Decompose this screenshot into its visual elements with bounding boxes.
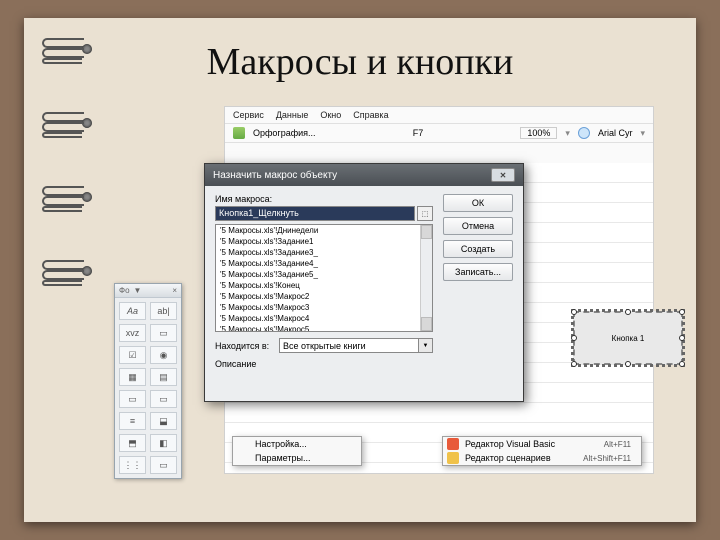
dialog-title: Назначить макрос объекту xyxy=(213,170,337,181)
dialog-titlebar[interactable]: Назначить макрос объекту ✕ xyxy=(205,164,523,186)
menu-data[interactable]: Данные xyxy=(276,110,309,120)
scrollbar[interactable] xyxy=(420,225,432,331)
tool-toggle-grid[interactable]: ⬒ xyxy=(119,434,146,452)
spellcheck-label[interactable]: Орфография... xyxy=(253,128,316,138)
menu-label: Редактор сценариев xyxy=(465,453,551,463)
tool-checkbox[interactable]: ☑ xyxy=(119,346,146,364)
record-button[interactable]: Записать... xyxy=(443,263,513,281)
shortcut: Alt+F11 xyxy=(604,440,631,449)
menu-item-options[interactable]: Параметры... xyxy=(233,451,361,465)
location-input[interactable] xyxy=(279,338,419,353)
toolbox-title: Фо xyxy=(119,286,130,295)
slide-title: Макросы и кнопки xyxy=(24,18,696,84)
tool-button[interactable]: ▭ xyxy=(150,324,177,342)
menu-help[interactable]: Справка xyxy=(353,110,388,120)
macro-name-input[interactable]: Кнопка1_Щелкнуть xyxy=(215,206,415,221)
list-item[interactable]: '5 Макросы.xls'!Макрос4 xyxy=(216,313,432,324)
tool-grid-icon[interactable]: ⋮⋮ xyxy=(119,456,146,474)
list-item[interactable]: '5 Макросы.xls'!Задание5_ xyxy=(216,269,432,280)
ok-button[interactable]: ОК xyxy=(443,194,513,212)
menu-item-customize[interactable]: Настройка... xyxy=(233,437,361,451)
tool-textbox[interactable]: ab| xyxy=(150,302,177,320)
button-shape-label: Кнопка 1 xyxy=(612,334,645,343)
tool-spinner[interactable]: ▭ xyxy=(150,390,177,408)
description-label: Описание xyxy=(215,359,433,369)
vb-editor-icon xyxy=(447,438,459,450)
spellcheck-icon[interactable] xyxy=(233,127,245,139)
menu-service[interactable]: Сервис xyxy=(233,110,264,120)
tool-properties[interactable]: ≡ xyxy=(119,412,146,430)
dropdown-icon[interactable]: ▼ xyxy=(134,286,142,295)
cancel-button[interactable]: Отмена xyxy=(443,217,513,235)
tool-groupbox[interactable]: xvz xyxy=(119,324,146,342)
tool-code[interactable]: ⬓ xyxy=(150,412,177,430)
list-item[interactable]: '5 Макросы.xls'!Днинедели xyxy=(216,225,432,236)
assign-macro-dialog: Назначить макрос объекту ✕ Имя макроса: … xyxy=(204,163,524,402)
menu-item-vbe[interactable]: Редактор Visual Basic Alt+F11 xyxy=(443,437,641,451)
tool-run[interactable]: ◧ xyxy=(150,434,177,452)
macro-name-label: Имя макроса: xyxy=(215,194,433,204)
tool-option[interactable]: ◉ xyxy=(150,346,177,364)
tool-label[interactable]: Aa xyxy=(119,302,146,320)
tool-combobox[interactable]: ▤ xyxy=(150,368,177,386)
list-item[interactable]: '5 Макросы.xls'!Макрос2 xyxy=(216,291,432,302)
globe-icon[interactable] xyxy=(578,127,590,139)
list-item[interactable]: '5 Макросы.xls'!Задание4_ xyxy=(216,258,432,269)
list-item[interactable]: '5 Макросы.xls'!Конец xyxy=(216,280,432,291)
close-icon[interactable]: × xyxy=(172,286,177,295)
toolbox-header[interactable]: Фо ▼ × xyxy=(115,284,181,298)
zoom-select[interactable]: 100% xyxy=(520,127,557,139)
location-label: Находится в: xyxy=(215,341,273,351)
shortcut: Alt+Shift+F11 xyxy=(583,454,631,463)
close-icon[interactable]: ✕ xyxy=(491,168,515,182)
settings-popup: Настройка... Параметры... xyxy=(232,436,362,466)
font-select[interactable]: Arial Cyr xyxy=(598,128,633,138)
button-shape[interactable]: Кнопка 1 xyxy=(573,311,683,365)
macro-listbox[interactable]: '5 Макросы.xls'!Днинедели '5 Макросы.xls… xyxy=(215,224,433,332)
create-button[interactable]: Создать xyxy=(443,240,513,258)
tool-misc[interactable]: ▭ xyxy=(150,456,177,474)
forms-toolbox[interactable]: Фо ▼ × Aa ab| xvz ▭ ☑ ◉ ▦ ▤ ▭ ▭ ≡ ⬓ ⬒ ◧ … xyxy=(114,283,182,479)
tool-listbox[interactable]: ▦ xyxy=(119,368,146,386)
toolbar: Орфография... F7 100% ▾ Arial Cyr ▾ xyxy=(225,124,653,143)
menu-label: Редактор Visual Basic xyxy=(465,439,555,449)
editors-popup: Редактор Visual Basic Alt+F11 Редактор с… xyxy=(442,436,642,466)
list-item[interactable]: '5 Макросы.xls'!Задание3_ xyxy=(216,247,432,258)
list-item[interactable]: '5 Макросы.xls'!Задание1 xyxy=(216,236,432,247)
location-combo[interactable]: ▼ xyxy=(279,338,433,353)
spellcheck-shortcut: F7 xyxy=(413,128,424,138)
list-item[interactable]: '5 Макросы.xls'!Макрос5 xyxy=(216,324,432,332)
script-editor-icon xyxy=(447,452,459,464)
spiral-binding xyxy=(42,32,86,288)
chevron-down-icon[interactable]: ▼ xyxy=(419,338,433,353)
refedit-icon[interactable]: ⬚ xyxy=(417,206,433,221)
tool-scrollbar[interactable]: ▭ xyxy=(119,390,146,408)
menu-item-script-editor[interactable]: Редактор сценариев Alt+Shift+F11 xyxy=(443,451,641,465)
list-item[interactable]: '5 Макросы.xls'!Макрос3 xyxy=(216,302,432,313)
menu-bar[interactable]: Сервис Данные Окно Справка xyxy=(225,107,653,124)
menu-window[interactable]: Окно xyxy=(320,110,341,120)
